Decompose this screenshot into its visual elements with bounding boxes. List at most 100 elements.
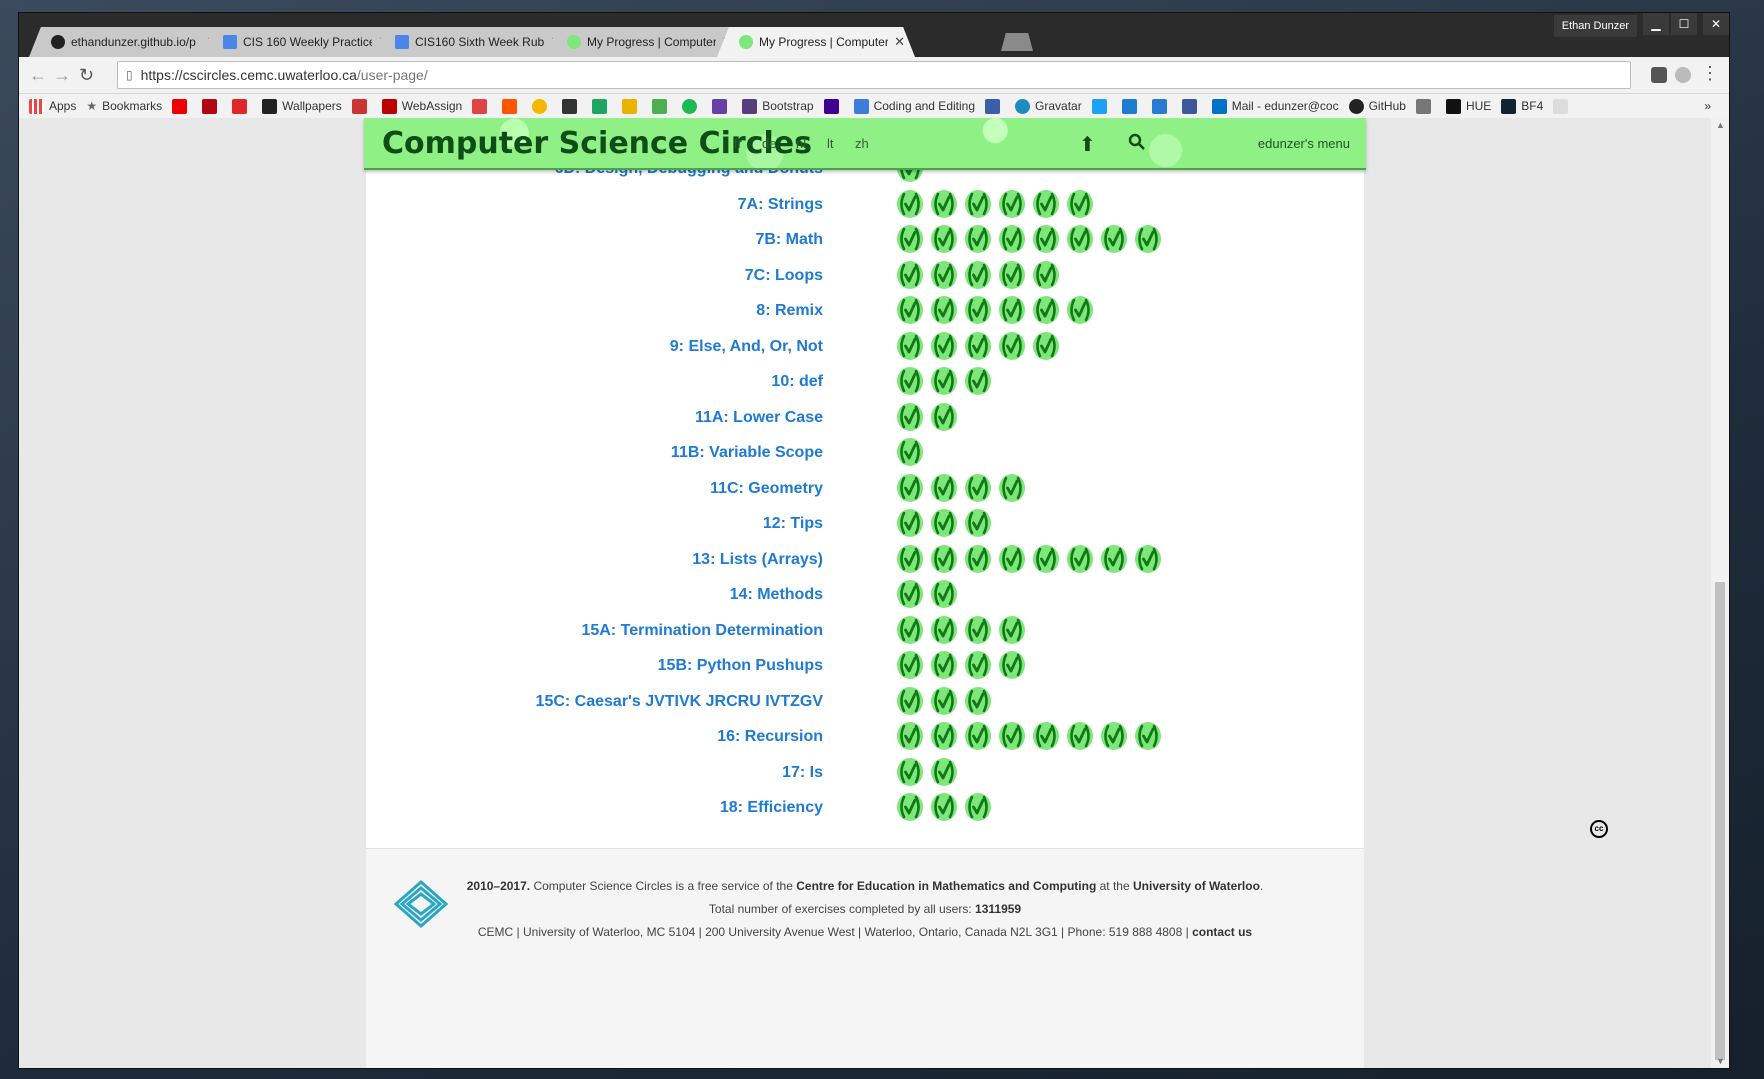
completed-check-icon[interactable]	[1134, 224, 1162, 254]
lesson-link[interactable]: 15B: Python Pushups	[658, 657, 823, 675]
lang-fr[interactable]: fr	[734, 136, 742, 151]
completed-check-icon[interactable]	[896, 792, 924, 822]
completed-check-icon[interactable]	[964, 224, 992, 254]
bookmark-apps[interactable]: Apps	[29, 98, 76, 114]
completed-check-icon[interactable]	[930, 260, 958, 290]
completed-check-icon[interactable]	[964, 650, 992, 680]
lang-nl[interactable]: nl	[796, 136, 806, 151]
completed-check-icon[interactable]	[964, 508, 992, 538]
bookmark-twitch[interactable]	[712, 98, 732, 114]
completed-check-icon[interactable]	[998, 295, 1026, 325]
completed-check-icon[interactable]	[1032, 224, 1060, 254]
bookmark-mail[interactable]: Mail - edunzer@coc	[1211, 98, 1339, 114]
completed-check-icon[interactable]	[930, 224, 958, 254]
completed-check-icon[interactable]	[1134, 721, 1162, 751]
menu-kebab-icon[interactable]: ⋮	[1701, 63, 1719, 84]
bookmark-soundcloud[interactable]	[502, 98, 522, 114]
tab-3[interactable]: CIS160 Sixth Week Rubri ✕	[373, 27, 571, 57]
tab-2[interactable]: CIS 160 Weekly Practice ✕	[201, 27, 399, 57]
completed-check-icon[interactable]	[998, 224, 1026, 254]
completed-check-icon[interactable]	[964, 473, 992, 503]
new-tab-button[interactable]	[1001, 33, 1033, 51]
bookmark-bootstrap[interactable]: Bootstrap	[742, 98, 814, 114]
bookmark-6[interactable]	[351, 98, 372, 114]
completed-check-icon[interactable]	[1066, 721, 1094, 751]
lang-lt[interactable]: lt	[827, 136, 834, 151]
completed-check-icon[interactable]	[930, 792, 958, 822]
completed-check-icon[interactable]	[964, 721, 992, 751]
completed-check-icon[interactable]	[930, 331, 958, 361]
completed-check-icon[interactable]	[998, 189, 1026, 219]
maximize-icon[interactable]: ☐	[1671, 13, 1697, 35]
extension-icon[interactable]	[1675, 67, 1691, 83]
completed-check-icon[interactable]	[896, 331, 924, 361]
completed-check-icon[interactable]	[964, 615, 992, 645]
completed-check-icon[interactable]	[1100, 721, 1128, 751]
completed-check-icon[interactable]	[896, 437, 924, 467]
site-title[interactable]: Computer Science Circles	[382, 126, 812, 161]
completed-check-icon[interactable]	[1066, 544, 1094, 574]
completed-check-icon[interactable]	[896, 544, 924, 574]
completed-check-icon[interactable]	[998, 473, 1026, 503]
completed-check-icon[interactable]	[896, 260, 924, 290]
bookmark-spotify[interactable]	[682, 98, 702, 114]
completed-check-icon[interactable]	[930, 579, 958, 609]
completed-check-icon[interactable]	[896, 366, 924, 396]
bookmark-gravatar[interactable]: Gravatar	[1015, 98, 1082, 114]
completed-check-icon[interactable]	[964, 544, 992, 574]
minimize-icon[interactable]: ▁	[1643, 13, 1669, 35]
bookmark-30[interactable]	[1553, 98, 1573, 114]
completed-check-icon[interactable]	[964, 260, 992, 290]
bookmark-yahoo[interactable]	[823, 98, 844, 114]
completed-check-icon[interactable]	[930, 757, 958, 787]
completed-check-icon[interactable]	[896, 757, 924, 787]
completed-check-icon[interactable]	[1032, 721, 1060, 751]
completed-check-icon[interactable]	[1032, 331, 1060, 361]
completed-check-icon[interactable]	[930, 686, 958, 716]
centre-link[interactable]: Centre for Education in Mathematics and …	[796, 879, 1096, 893]
completed-check-icon[interactable]	[998, 615, 1026, 645]
completed-check-icon[interactable]	[1032, 295, 1060, 325]
lesson-link[interactable]: 10: def	[771, 373, 823, 391]
completed-check-icon[interactable]	[964, 189, 992, 219]
bookmark-netflix[interactable]	[202, 98, 222, 114]
completed-check-icon[interactable]	[1100, 544, 1128, 574]
tab-1[interactable]: ethandunzer.github.io/p ✕	[29, 27, 227, 57]
lesson-link[interactable]: 7A: Strings	[738, 196, 823, 214]
lesson-link[interactable]: 14: Methods	[730, 586, 823, 604]
completed-check-icon[interactable]	[896, 721, 924, 751]
completed-check-icon[interactable]	[896, 402, 924, 432]
bookmark-gmail[interactable]	[472, 98, 492, 114]
completed-check-icon[interactable]	[964, 366, 992, 396]
lesson-link[interactable]: 12: Tips	[763, 515, 823, 533]
lesson-link[interactable]: 18: Efficiency	[720, 799, 823, 817]
completed-check-icon[interactable]	[896, 686, 924, 716]
creative-commons-icon[interactable]: cc	[1590, 820, 1608, 838]
lesson-link[interactable]: 17: Is	[782, 764, 823, 782]
completed-check-icon[interactable]	[930, 650, 958, 680]
completed-check-icon[interactable]	[998, 650, 1026, 680]
more-bookmarks-icon[interactable]: »	[1704, 99, 1711, 113]
scroll-down-icon[interactable]: ▼	[1716, 1056, 1725, 1066]
completed-check-icon[interactable]	[964, 686, 992, 716]
bookmark-drive[interactable]	[592, 98, 612, 114]
lang-de[interactable]: de	[762, 136, 776, 151]
completed-check-icon[interactable]	[930, 473, 958, 503]
completed-check-icon[interactable]	[930, 615, 958, 645]
bookmark-wallpapers[interactable]: Wallpapers	[262, 98, 342, 114]
bookmark-10[interactable]	[532, 98, 552, 114]
reload-icon[interactable]: ↻	[79, 65, 94, 86]
completed-check-icon[interactable]	[998, 331, 1026, 361]
lesson-link[interactable]: 16: Recursion	[717, 728, 823, 746]
bookmark-bf4[interactable]: BF4	[1501, 98, 1543, 114]
bookmark-bookmarks[interactable]: ★ Bookmarks	[86, 99, 162, 113]
completed-check-icon[interactable]	[896, 295, 924, 325]
completed-check-icon[interactable]	[896, 508, 924, 538]
bookmark-coding[interactable]: Coding and Editing	[853, 98, 975, 114]
completed-check-icon[interactable]	[896, 615, 924, 645]
vertical-scrollbar[interactable]: ▲ ▼	[1711, 118, 1729, 1068]
completed-check-icon[interactable]	[930, 295, 958, 325]
lesson-link[interactable]: 11C: Geometry	[710, 480, 823, 498]
bookmark-13[interactable]	[622, 98, 642, 114]
completed-check-icon[interactable]	[896, 579, 924, 609]
